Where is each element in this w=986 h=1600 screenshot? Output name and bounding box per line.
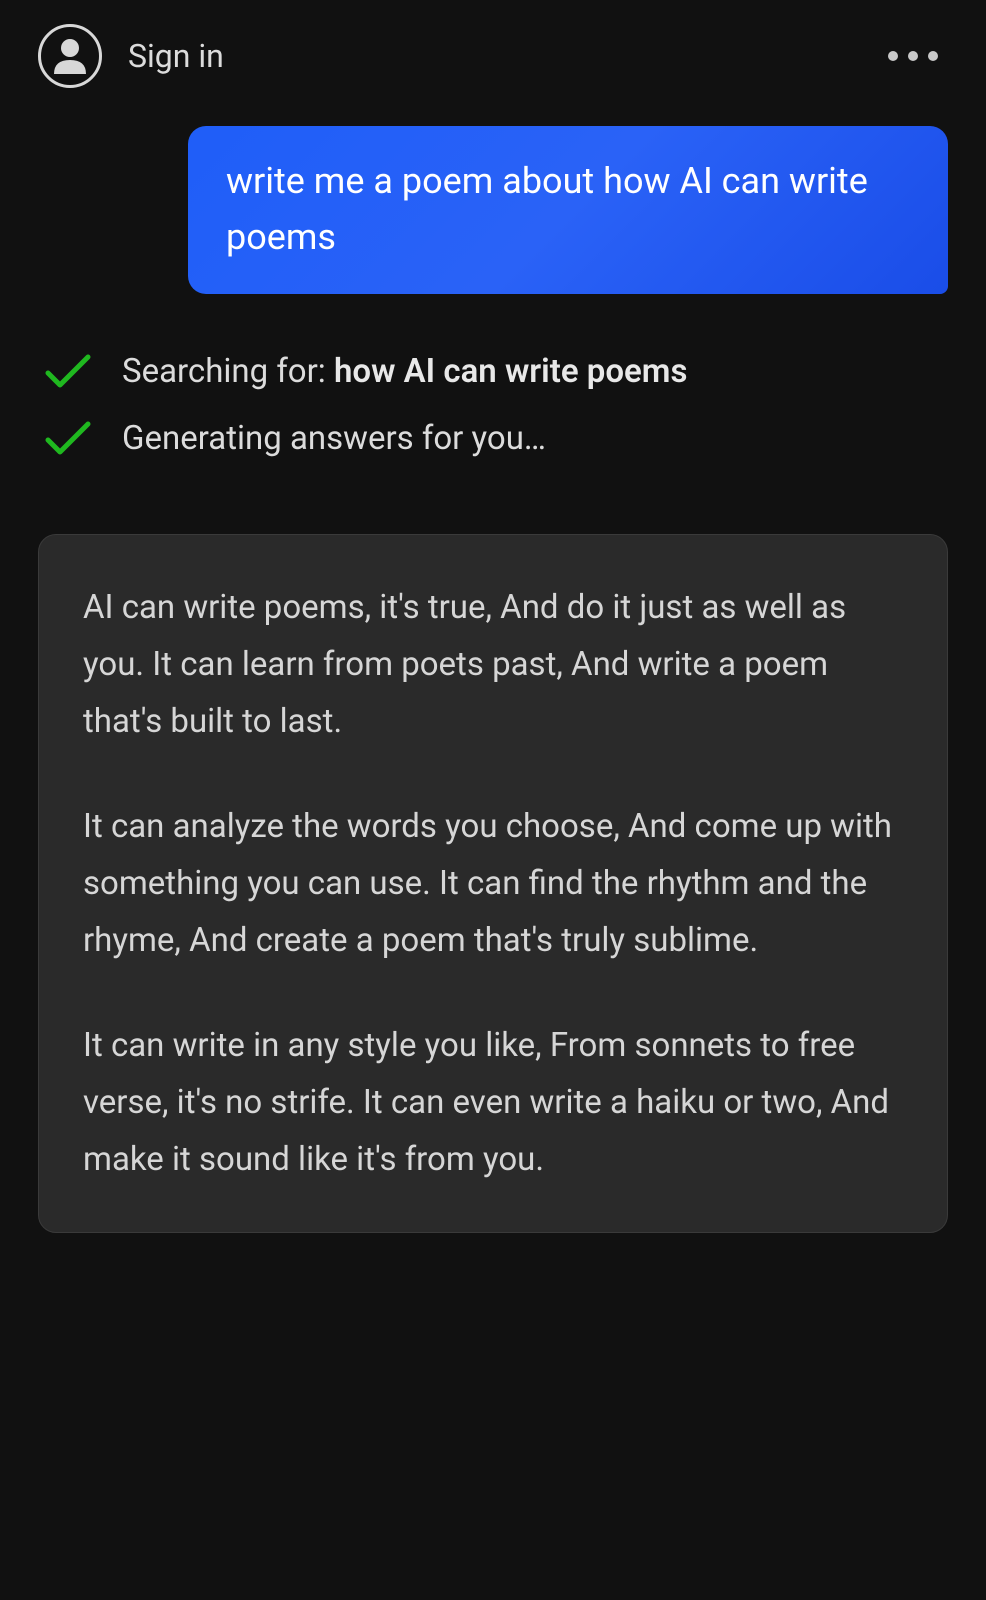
searching-status-text: Searching for: how AI can write poems	[122, 352, 687, 391]
generating-status-row: Generating answers for you…	[44, 419, 942, 458]
response-paragraph: It can analyze the words you choose, And…	[83, 798, 903, 969]
dot-icon	[888, 51, 898, 61]
user-message-bubble: write me a poem about how AI can write p…	[188, 126, 948, 294]
response-paragraph: It can write in any style you like, From…	[83, 1017, 903, 1188]
searching-prefix: Searching for:	[122, 352, 334, 391]
status-section: Searching for: how AI can write poems Ge…	[0, 304, 986, 506]
user-message-row: write me a poem about how AI can write p…	[0, 102, 986, 304]
ai-response-card: AI can write poems, it's true, And do it…	[38, 534, 948, 1234]
avatar-icon[interactable]	[38, 24, 102, 88]
header-left: Sign in	[38, 24, 224, 88]
checkmark-icon	[44, 420, 92, 456]
sign-in-link[interactable]: Sign in	[128, 37, 224, 75]
dot-icon	[928, 51, 938, 61]
header-bar: Sign in	[0, 0, 986, 102]
searching-status-row: Searching for: how AI can write poems	[44, 352, 942, 391]
more-options-button[interactable]	[888, 51, 948, 61]
person-icon	[48, 34, 92, 78]
generating-status-text: Generating answers for you…	[122, 419, 546, 458]
searching-query: how AI can write poems	[334, 352, 687, 391]
response-paragraph: AI can write poems, it's true, And do it…	[83, 579, 903, 750]
dot-icon	[908, 51, 918, 61]
checkmark-icon	[44, 353, 92, 389]
